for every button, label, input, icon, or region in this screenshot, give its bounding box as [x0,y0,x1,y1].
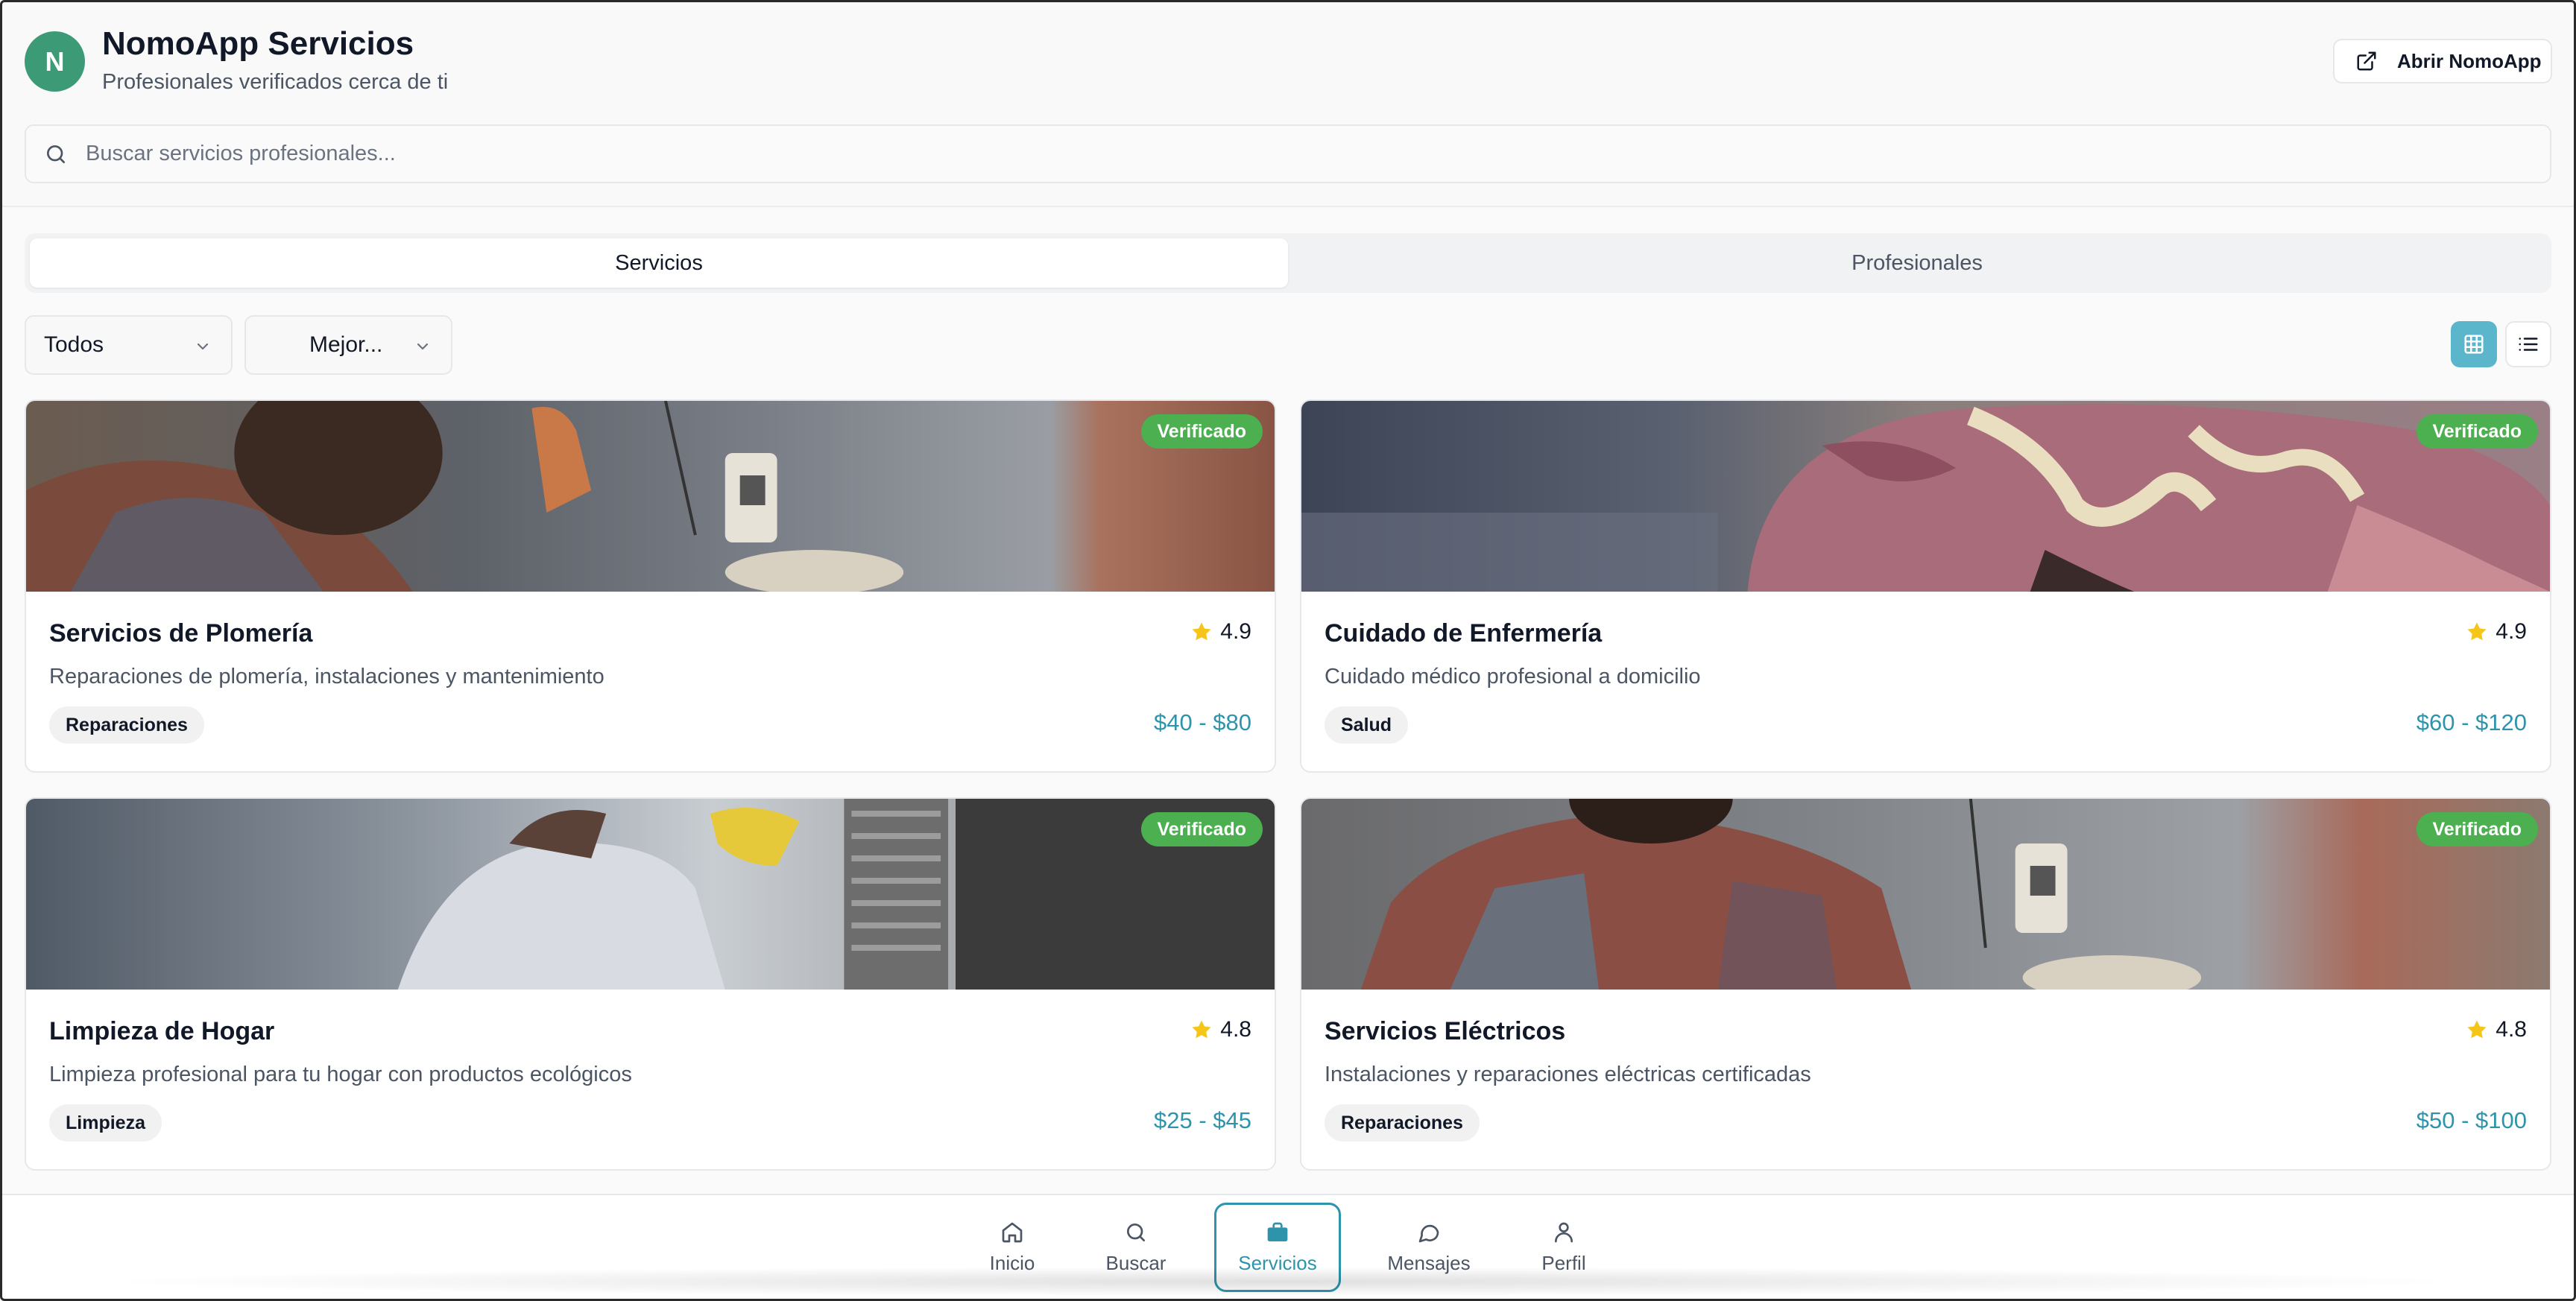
search-icon [47,145,65,163]
user-icon [1555,1222,1573,1242]
card-title: Servicios Eléctricos [1325,1017,1566,1045]
app-avatar: N [25,31,85,92]
home-icon [1002,1222,1023,1242]
service-image: Verificado [26,799,1275,990]
card-description: Cuidado médico profesional a domicilio [1325,665,1701,689]
search-input[interactable] [86,142,2471,166]
app-header: N NomoApp Servicios Profesionales verifi… [0,0,2576,207]
service-image: Verificado [1301,401,2550,592]
grid-icon [2464,335,2484,354]
category-select-value: Todos [44,332,104,357]
tab-bar: Servicios Profesionales [25,233,2551,293]
message-icon [1418,1224,1439,1242]
verified-badge: Verificado [1140,812,1263,846]
external-link-icon [2357,51,2376,71]
rating: 4.9 [2466,619,2527,645]
card-description: Reparaciones de plomería, instalaciones … [49,665,604,689]
search-icon [1127,1223,1145,1241]
rating-value: 4.8 [2496,1017,2527,1042]
open-nomoapp-label: Abrir NomoApp [2397,49,2542,72]
chevron-down-icon [197,343,209,350]
open-nomoapp-button[interactable]: Abrir NomoApp [2333,39,2552,83]
price-range: $25 - $45 [1154,1107,1251,1133]
nav-shadow [89,1267,2475,1297]
price-range: $60 - $120 [2416,709,2527,735]
sort-select-value: Mejor... [309,332,383,357]
rating: 4.8 [1190,1017,1251,1042]
tab-profesionales[interactable]: Profesionales [1288,238,2546,288]
rating-value: 4.9 [1220,619,1251,644]
service-card[interactable]: Verificado Servicios Eléctricos 4.8 Inst… [1300,797,2551,1171]
app-subtitle: Profesionales verificados cerca de ti [102,70,449,94]
rating-value: 4.8 [1220,1017,1251,1042]
list-icon [2519,338,2538,351]
service-card[interactable]: Verificado Limpieza de Hogar 4.8 Limpiez… [25,797,1276,1171]
search-bar[interactable] [25,124,2551,183]
price-range: $50 - $100 [2416,1107,2527,1133]
verified-badge: Verificado [2416,414,2538,449]
tab-servicios[interactable]: Servicios [30,238,1288,288]
price-range: $40 - $80 [1154,709,1251,735]
service-image: Verificado [26,401,1275,592]
star-icon [2467,1020,2487,1039]
rating: 4.8 [2466,1017,2527,1042]
rating-value: 4.9 [2496,619,2527,644]
category-tag: Reparaciones [49,706,204,744]
grid-view-button[interactable] [2451,321,2497,367]
chevron-down-icon [417,343,429,350]
app-title: NomoApp Servicios [102,25,414,62]
verified-badge: Verificado [2416,812,2538,846]
card-title: Cuidado de Enfermería [1325,619,1603,648]
card-description: Limpieza profesional para tu hogar con p… [49,1063,632,1086]
avatar-letter: N [45,45,65,77]
category-tag: Reparaciones [1325,1104,1480,1142]
star-icon [2467,622,2487,641]
category-tag: Limpieza [49,1104,162,1142]
card-title: Limpieza de Hogar [49,1017,275,1045]
verified-badge: Verificado [1140,414,1263,449]
category-select[interactable]: Todos [25,315,233,375]
service-image: Verificado [1301,799,2550,990]
briefcase-icon [1267,1222,1288,1241]
list-view-button[interactable] [2505,321,2551,367]
star-icon [1192,1020,1211,1039]
card-description: Instalaciones y reparaciones eléctricas … [1325,1063,1811,1086]
star-icon [1192,622,1211,641]
service-card[interactable]: Verificado Cuidado de Enfermería 4.9 Cui… [1300,399,2551,773]
category-tag: Salud [1325,706,1409,744]
service-card[interactable]: Verificado Servicios de Plomería 4.9 Rep… [25,399,1276,773]
card-title: Servicios de Plomería [49,619,313,648]
rating: 4.9 [1190,619,1251,645]
sort-select[interactable]: Mejor... [244,315,452,375]
